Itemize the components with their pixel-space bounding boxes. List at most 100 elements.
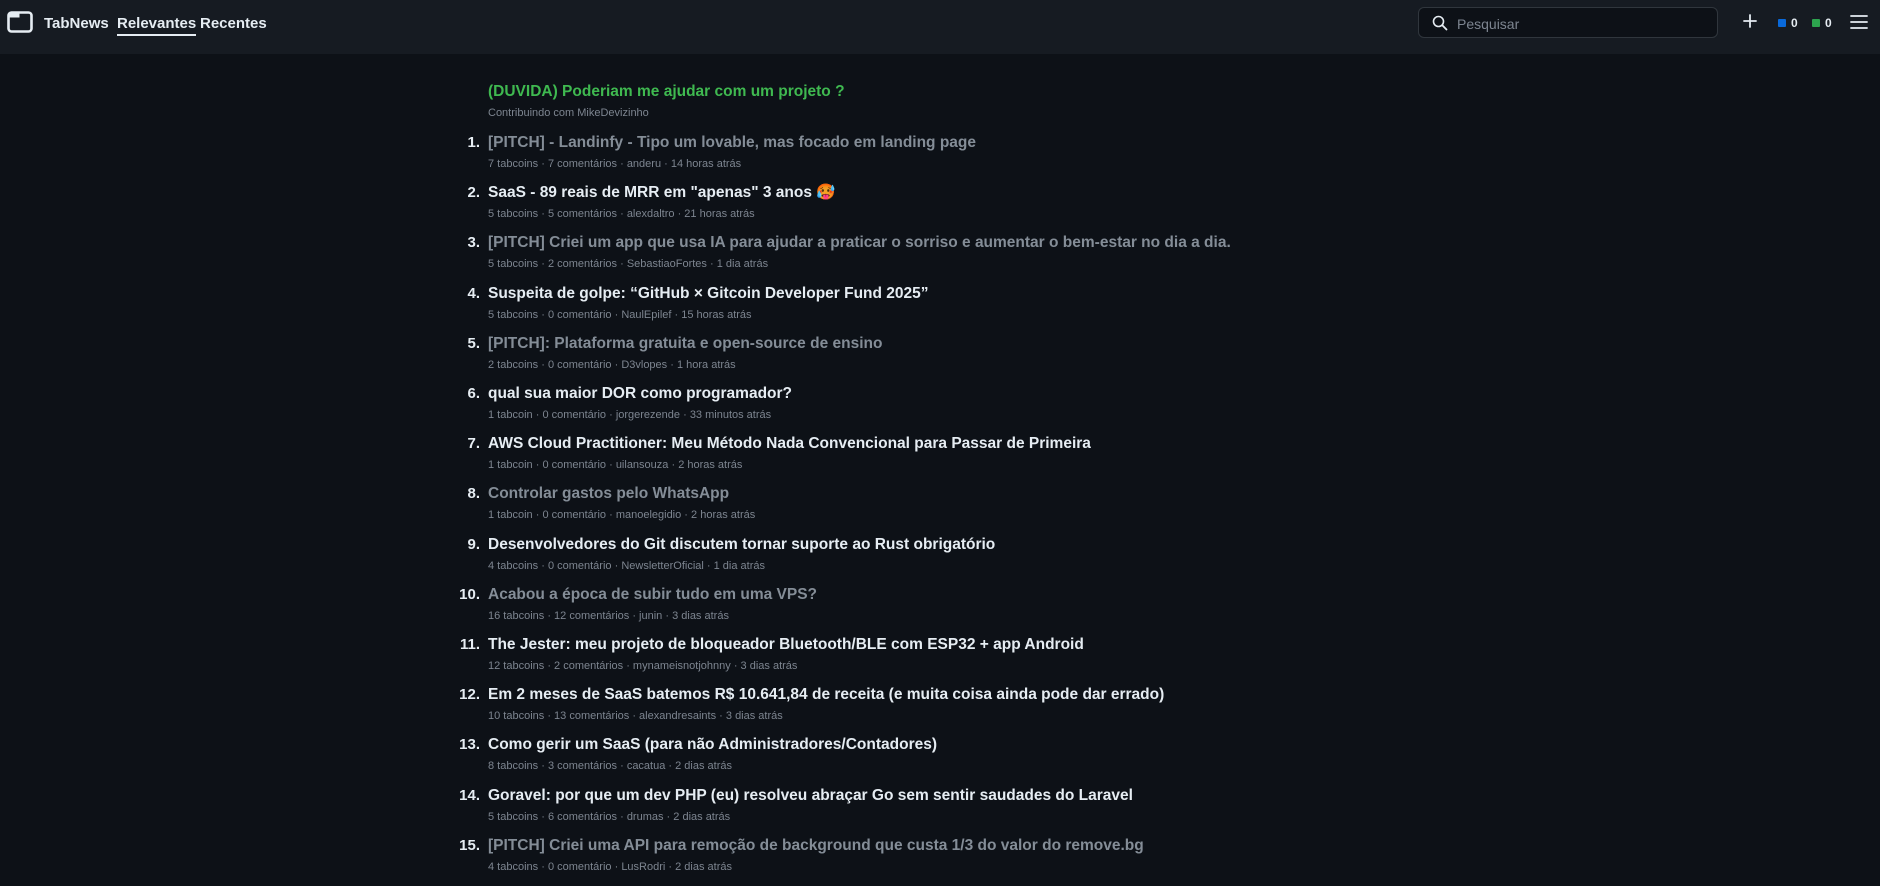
post-rank: 9. <box>467 535 480 553</box>
list-item: 14. Goravel: por que um dev PHP (eu) reso… <box>0 786 1880 836</box>
post-rank: 6. <box>467 385 480 402</box>
meta-separator: · <box>617 158 627 170</box>
post-title-link[interactable]: [PITCH] Criei uma API para remoção de ba… <box>488 836 1144 856</box>
meta-separator: · <box>538 258 548 271</box>
meta-separator: · <box>611 308 622 321</box>
search-icon <box>1432 15 1448 31</box>
post-title-link[interactable]: [PITCH] - Landinfy - Tipo um lovable, ma… <box>488 133 976 153</box>
post-time[interactable]: 15 horas atrás <box>681 309 751 321</box>
tabcoins-value: 0 <box>1791 16 1798 30</box>
post-comments-link[interactable]: 3 comentários <box>548 760 617 772</box>
brand-name[interactable]: TabNews <box>44 15 109 33</box>
post-comments-link[interactable]: 0 comentário <box>548 861 612 873</box>
post-time[interactable]: 3 dias atrás <box>726 710 783 722</box>
meta-separator: · <box>606 459 616 472</box>
meta-separator: · <box>730 660 741 672</box>
post-comments-link[interactable]: 0 comentário <box>542 459 606 471</box>
post-time[interactable]: 21 horas atrás <box>684 208 754 220</box>
post-time[interactable]: 1 dia atrás <box>714 560 765 572</box>
post-author-link[interactable]: LusRodri <box>621 861 665 873</box>
list-item: 13. Como gerir um SaaS (para não Administ… <box>0 735 1880 785</box>
post-author-link[interactable]: cacatua <box>627 760 666 772</box>
post-author-link[interactable]: jorgerezende <box>616 409 680 421</box>
post-time[interactable]: 1 dia atrás <box>717 258 768 270</box>
post-author-link[interactable]: NaulEpilef <box>621 309 671 321</box>
post-author-link[interactable]: uilansouza <box>616 459 669 471</box>
post-title-link[interactable]: Como gerir um SaaS (para não Administrad… <box>488 735 937 755</box>
post-author-link[interactable]: D3vlopes <box>621 359 667 371</box>
meta-separator: · <box>538 208 548 221</box>
tabcoins-counter[interactable]: 0 <box>1778 16 1798 30</box>
hamburger-menu-icon[interactable] <box>1850 14 1868 30</box>
post-author-link[interactable]: junin <box>639 610 662 622</box>
post-title-link[interactable]: qual sua maior DOR como programador? <box>488 384 792 404</box>
post-comments-link[interactable]: 0 comentário <box>542 509 606 521</box>
post-title-link[interactable]: AWS Cloud Practitioner: Meu Método Nada … <box>488 434 1091 454</box>
post-title-link[interactable]: [PITCH]: Plataforma gratuita e open-sour… <box>488 334 882 354</box>
post-comments-link[interactable]: 0 comentário <box>542 409 606 421</box>
post-comments-link[interactable]: 12 comentários <box>554 610 629 622</box>
meta-separator: · <box>681 509 692 522</box>
post-comments-link[interactable]: 5 comentários <box>548 208 617 220</box>
search-input[interactable] <box>1455 12 1709 35</box>
meta-separator: · <box>623 660 633 672</box>
post-title-link[interactable]: The Jester: meu projeto de bloqueador Bl… <box>488 635 1084 655</box>
list-item: 10. Acabou a época de subir tudo em uma V… <box>0 585 1880 635</box>
meta-separator: · <box>617 760 627 773</box>
meta-separator: · <box>538 358 548 371</box>
post-title-link[interactable]: Acabou a época de subir tudo em uma VPS? <box>488 585 817 605</box>
tab-relevantes[interactable]: Relevantes <box>117 15 197 36</box>
post-title-link[interactable]: SaaS - 89 reais de MRR em "apenas" 3 ano… <box>488 183 836 203</box>
post-time[interactable]: 3 dias atrás <box>741 660 798 672</box>
list-item: 12. Em 2 meses de SaaS batemos R$ 10.641,… <box>0 685 1880 735</box>
post-tabcoins: 5 tabcoins <box>488 208 539 221</box>
post-comments-link[interactable]: 0 comentário <box>548 359 612 371</box>
plus-icon[interactable] <box>1741 12 1759 30</box>
meta-separator: · <box>538 158 548 170</box>
post-title-link[interactable]: Desenvolvedores do Git discutem tornar s… <box>488 535 995 555</box>
post-comments-link[interactable]: 6 comentários <box>548 811 617 823</box>
meta-separator: · <box>544 660 555 672</box>
post-comments-link[interactable]: 2 comentários <box>554 660 623 672</box>
search-box[interactable] <box>1418 7 1718 38</box>
post-time[interactable]: 2 horas atrás <box>678 459 742 471</box>
post-title-link[interactable]: Suspeita de golpe: “GitHub × Gitcoin Dev… <box>488 284 929 304</box>
post-author-link[interactable]: NewsletterOficial <box>621 560 704 572</box>
post-author-link[interactable]: alexandresaints <box>639 710 716 722</box>
post-comments-link[interactable]: 2 comentários <box>548 258 617 270</box>
post-comments-link[interactable]: 0 comentário <box>548 560 612 572</box>
post-rank: 14. <box>459 786 480 804</box>
meta-separator: · <box>532 409 543 421</box>
sponsored-post-title[interactable]: (DUVIDA) Poderiam me ajudar com um proje… <box>488 82 845 102</box>
post-comments-link[interactable]: 13 comentários <box>554 710 629 722</box>
post-time[interactable]: 2 dias atrás <box>673 811 730 823</box>
list-item: 15. [PITCH] Criei uma API para remoção de… <box>0 836 1880 886</box>
post-time[interactable]: 2 horas atrás <box>691 509 755 521</box>
post-meta: 1 tabcoin · 0 comentário · jorgerezende … <box>488 408 771 422</box>
post-title-link[interactable]: Controlar gastos pelo WhatsApp <box>488 484 729 504</box>
post-time[interactable]: 33 minutos atrás <box>690 409 771 421</box>
post-title-link[interactable]: Em 2 meses de SaaS batemos R$ 10.641,84 … <box>488 685 1164 705</box>
post-author-link[interactable]: alexdaltro <box>627 208 675 220</box>
post-time[interactable]: 2 dias atrás <box>675 861 732 873</box>
tab-recentes[interactable]: Recentes <box>200 15 267 33</box>
post-comments-link[interactable]: 0 comentário <box>548 309 612 321</box>
post-meta: 5 tabcoins · 5 comentários · alexdaltro … <box>488 207 755 221</box>
post-author-link[interactable]: anderu <box>627 158 661 170</box>
post-title-link[interactable]: [PITCH] Criei um app que usa IA para aju… <box>488 233 1231 253</box>
post-comments-link[interactable]: 7 comentários <box>548 158 617 170</box>
tabnews-logo-icon[interactable] <box>7 11 33 33</box>
post-time[interactable]: 3 dias atrás <box>672 610 729 622</box>
post-time[interactable]: 1 hora atrás <box>677 359 736 371</box>
post-author-link[interactable]: drumas <box>627 811 664 823</box>
post-time[interactable]: 2 dias atrás <box>675 760 732 772</box>
post-tabcoins: 1 tabcoin <box>488 459 533 472</box>
post-meta: 4 tabcoins · 0 comentário · NewsletterOf… <box>488 559 765 573</box>
post-title-link[interactable]: Goravel: por que um dev PHP (eu) resolve… <box>488 786 1133 806</box>
meta-separator: · <box>703 559 714 572</box>
post-author-link[interactable]: mynameisnotjohnny <box>633 660 731 672</box>
post-author-link[interactable]: manoelegidio <box>616 509 681 521</box>
post-time[interactable]: 14 horas atrás <box>671 158 741 170</box>
post-author-link[interactable]: SebastiaoFortes <box>627 258 707 270</box>
tabcash-counter[interactable]: 0 <box>1812 16 1832 30</box>
